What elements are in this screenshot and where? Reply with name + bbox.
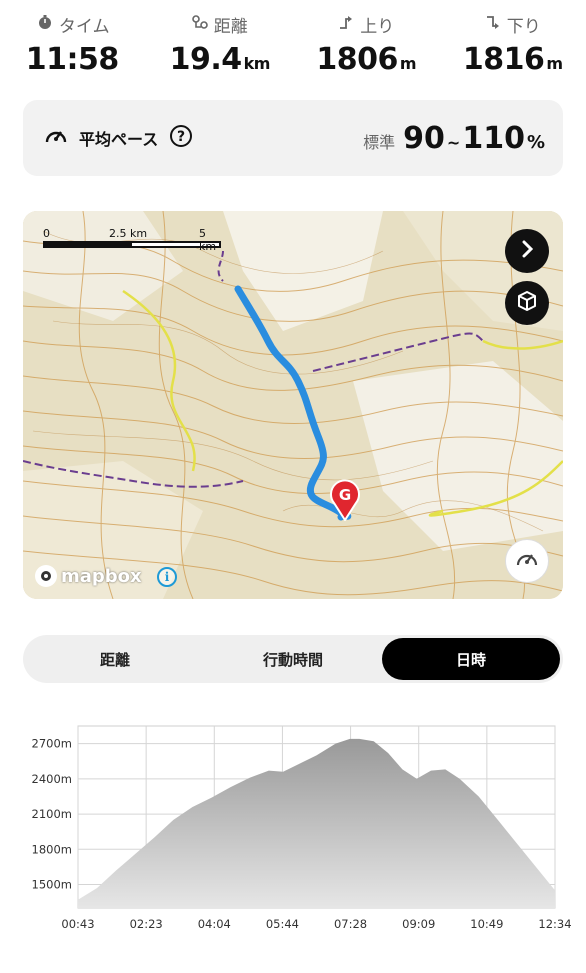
- goal-marker[interactable]: G: [328, 479, 362, 522]
- x-axis-mode-tabs: 距離 行動時間 日時: [23, 635, 563, 683]
- stat-value: 19.4: [169, 42, 243, 77]
- stat-descent: 下り 1816 m: [440, 10, 586, 82]
- stat-distance: 距離 19.4 km: [147, 10, 294, 82]
- route-map[interactable]: 0 2.5 km 5 km G mapbox i: [23, 211, 563, 599]
- tab-datetime[interactable]: 日時: [382, 638, 560, 680]
- x-tick-label: 12:34: [538, 917, 571, 931]
- scale-label: 2.5 km: [109, 227, 148, 240]
- scale-label: 5 km: [199, 227, 217, 253]
- topographic-map: [23, 211, 563, 599]
- y-tick-label: 1800m: [32, 842, 72, 856]
- stat-value: 11:58: [25, 42, 120, 77]
- pace-range: 90 ~110%: [403, 121, 545, 156]
- elevation-chart[interactable]: 00:43 02:23 04:04 05:44 07:28 09:09 10:49 12:34…: [0, 712, 586, 942]
- mapbox-logo-icon: [35, 565, 57, 587]
- x-tick-label: 04:04: [198, 917, 231, 931]
- y-tick-label: 1500m: [32, 878, 72, 892]
- 3d-view-button[interactable]: [505, 281, 549, 325]
- info-icon[interactable]: i: [157, 567, 177, 587]
- stat-label: 距離: [213, 16, 248, 37]
- stat-unit: m: [399, 54, 417, 73]
- stat-unit: m: [546, 54, 563, 73]
- goal-label: G: [339, 486, 351, 504]
- stat-label: タイム: [58, 16, 110, 37]
- y-tick-label: 2400m: [32, 772, 72, 786]
- x-tick-label: 09:09: [402, 917, 435, 931]
- summary-stats: タイム 11:58 距離 19.4 km 上り 1806 m 下り 1816 m: [0, 10, 586, 82]
- speedometer-icon: [514, 546, 540, 576]
- map-scale: 0 2.5 km 5 km: [43, 227, 221, 253]
- pace-unit: %: [526, 131, 545, 153]
- y-tick-label: 2700m: [32, 737, 72, 751]
- arrow-up-right-icon: [338, 14, 354, 35]
- pace-label: 平均ペース: [79, 130, 159, 149]
- y-tick-label: 2100m: [32, 807, 72, 821]
- next-button[interactable]: [505, 229, 549, 273]
- svg-text:?: ?: [177, 129, 185, 145]
- x-tick-label: 07:28: [334, 917, 367, 931]
- speedometer-button[interactable]: [505, 539, 549, 583]
- tab-moving-time[interactable]: 行動時間: [204, 638, 382, 680]
- pace-low: 90: [403, 120, 445, 156]
- arrow-down-right-icon: [485, 14, 501, 35]
- elevation-chart-svg: 00:43 02:23 04:04 05:44 07:28 09:09 10:49 12:34…: [32, 725, 572, 931]
- cube-icon: [515, 289, 539, 317]
- x-tick-label: 00:43: [61, 917, 94, 931]
- elevation-area: [78, 738, 555, 908]
- mapbox-text: mapbox: [61, 565, 142, 587]
- speedometer-icon: [43, 123, 69, 153]
- x-tick-label: 02:23: [130, 917, 163, 931]
- route-pin-icon: [191, 14, 208, 35]
- x-tick-label: 05:44: [266, 917, 299, 931]
- help-icon[interactable]: ?: [168, 123, 194, 153]
- pace-standard-label: 標準: [363, 132, 396, 152]
- scale-label: 0: [43, 227, 50, 240]
- stat-value: 1806: [316, 42, 398, 77]
- pace-separator: ~: [446, 132, 461, 152]
- mapbox-attribution: mapbox: [35, 565, 142, 587]
- chevron-right-icon: [515, 237, 539, 265]
- x-tick-label: 10:49: [470, 917, 503, 931]
- stat-label: 上り: [360, 16, 395, 37]
- stat-time: タイム 11:58: [0, 10, 147, 82]
- stopwatch-icon: [37, 14, 53, 35]
- stat-label: 下り: [506, 16, 541, 37]
- stat-ascent: 上り 1806 m: [293, 10, 440, 82]
- average-pace-card: 平均ペース ? 標準 90 ~110%: [23, 100, 563, 176]
- stat-value: 1816: [462, 42, 545, 77]
- tab-distance[interactable]: 距離: [26, 638, 204, 680]
- stat-unit: km: [243, 54, 271, 73]
- pace-high: 110: [462, 120, 525, 156]
